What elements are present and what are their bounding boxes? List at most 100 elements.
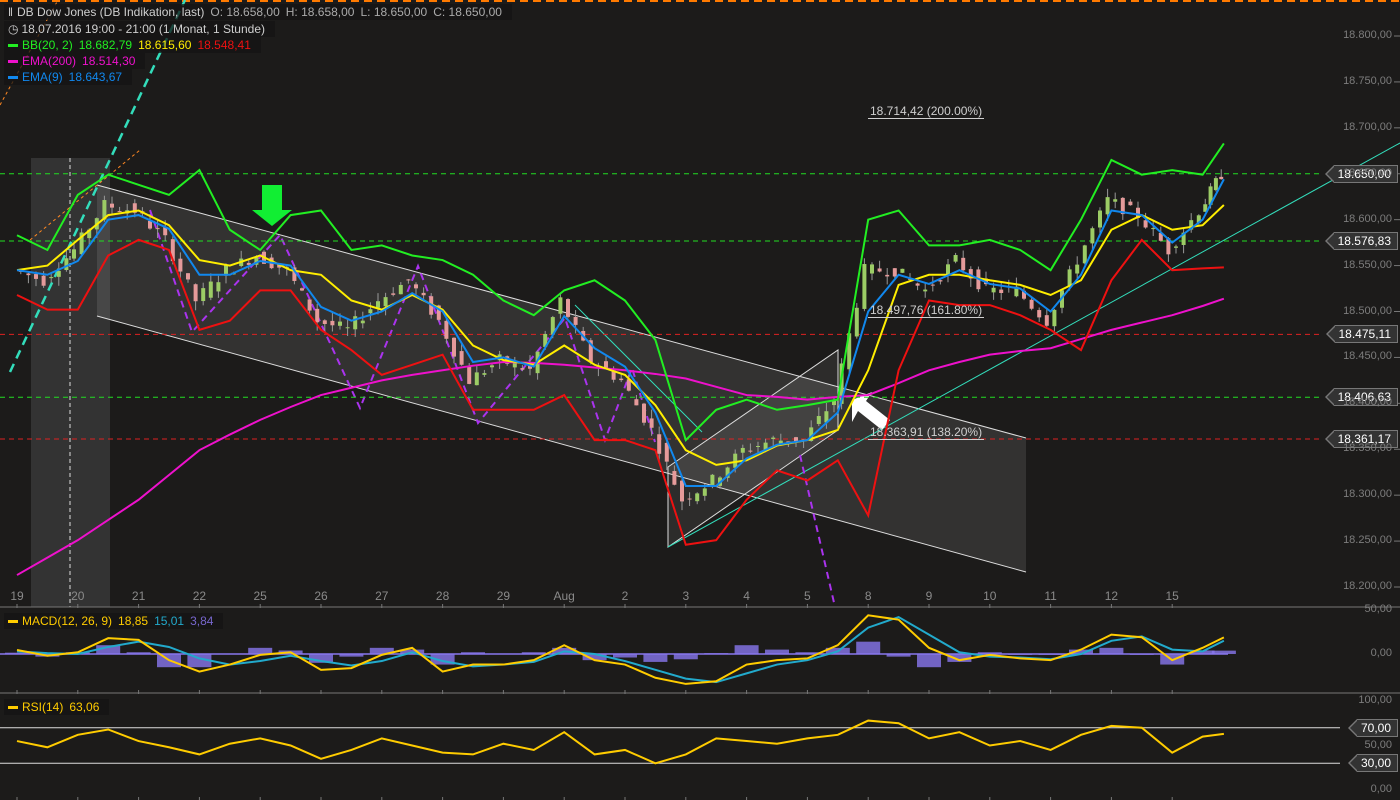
macd-histogram-bar — [734, 645, 759, 654]
date-axis-label: 4 — [743, 589, 750, 603]
macd-signal-value: 15,01 — [154, 614, 185, 628]
period-label: 18.07.2016 19:00 - 21:00 (1 Monat, 1 Stu… — [21, 22, 265, 36]
date-axis-label: 11 — [1044, 589, 1057, 603]
candle-body — [322, 320, 327, 324]
candle-body — [680, 480, 684, 502]
ohlc-open: O: 18.658,00 — [210, 5, 280, 19]
candle-body — [1151, 228, 1156, 230]
candle-body — [915, 283, 920, 286]
candle-body — [201, 288, 206, 302]
candle-body — [748, 450, 753, 452]
macd-histogram-bar — [339, 654, 364, 657]
candle-body — [946, 264, 950, 276]
candle-body — [117, 211, 122, 213]
candle-body — [870, 264, 874, 274]
candle-body — [953, 255, 958, 262]
candle-body — [991, 287, 996, 293]
macd-histogram-bar — [977, 652, 1002, 654]
macd-histogram-bar — [126, 652, 151, 654]
candle-body — [383, 297, 388, 307]
price-axis-label: 18.700,00 — [1343, 120, 1392, 133]
macd-histogram-bar — [1038, 654, 1063, 655]
rsi-level-tag[interactable]: 30,00 — [1347, 754, 1398, 773]
chart-settings-icon[interactable]: ‖ — [8, 5, 13, 19]
macd-histogram-bar — [613, 654, 637, 658]
legend-bb[interactable]: BB(20, 2) 18.682,79 18.615,60 18.548,41 — [4, 37, 261, 53]
candle-body — [452, 337, 456, 357]
candle-body — [474, 372, 479, 386]
candle-body — [649, 418, 654, 428]
candle-body — [444, 320, 449, 339]
candle-body — [816, 416, 821, 424]
price-marker-tag[interactable]: 18.576,83 — [1324, 231, 1398, 250]
candle-body — [1174, 246, 1178, 248]
descending-channel-fill — [97, 185, 1026, 572]
bb-lower-value: 18.548,41 — [197, 38, 251, 52]
candle-body — [885, 274, 890, 277]
candle-body — [1105, 197, 1110, 215]
candle-body — [520, 368, 525, 370]
macd-histogram-bar — [521, 652, 546, 654]
rsi-panel — [0, 719, 1340, 765]
candle-body — [558, 297, 563, 314]
rsi-level-tag[interactable]: 70,00 — [1347, 718, 1398, 737]
candle-body — [862, 264, 867, 309]
candle-body — [208, 281, 213, 298]
macd-histogram-bar — [1129, 654, 1154, 655]
candle-body — [148, 220, 152, 229]
macd-histogram-bar — [1008, 654, 1033, 655]
candle-body — [1082, 245, 1087, 264]
clock-icon: ◷ — [8, 22, 19, 36]
candle-body — [672, 471, 677, 485]
legend-ema9[interactable]: EMA(9) 18.643,67 — [4, 69, 133, 85]
candle-body — [307, 299, 312, 311]
date-axis-label: 9 — [925, 589, 933, 603]
bb-mid-value: 18.615,60 — [138, 38, 192, 52]
price-axis-label: 18.350,00 — [1343, 442, 1392, 455]
ema200-value: 18.514,30 — [82, 54, 136, 68]
candle-body — [338, 321, 342, 326]
date-axis-label: 12 — [1104, 589, 1119, 603]
candle-body — [1113, 199, 1118, 202]
price-axis-label: 18.400,00 — [1343, 396, 1392, 409]
macd-value: 18,85 — [118, 614, 149, 628]
price-axis-label: 18.650,00 — [1343, 166, 1392, 179]
legend-macd[interactable]: MACD(12, 26, 9) 18,85 15,01 3,84 — [4, 613, 224, 629]
candle-body — [1037, 310, 1042, 318]
price-axis-label: 18.200,00 — [1343, 580, 1392, 592]
candle-body — [961, 257, 966, 271]
candle-body — [1143, 220, 1148, 228]
date-axis-label: 22 — [192, 589, 207, 603]
date-axis-label: 29 — [496, 589, 511, 603]
candle-body — [467, 366, 472, 384]
price-marker-tag[interactable]: 18.475,11 — [1325, 325, 1398, 344]
candle-body — [740, 447, 745, 453]
date-axis-label: 26 — [314, 589, 328, 603]
candle-body — [490, 365, 494, 368]
rsi-axis-label: 0,00 — [1370, 783, 1392, 795]
price-axis-label: 18.450,00 — [1343, 350, 1392, 363]
legend-ema200[interactable]: EMA(200) 18.514,30 — [4, 53, 146, 69]
rsi-value: 63,06 — [69, 700, 100, 714]
candle-body — [216, 282, 221, 292]
macd-histogram-bar — [643, 654, 668, 662]
macd-axis-label: 50,00 — [1364, 603, 1392, 615]
macd-swatch-icon — [8, 620, 18, 624]
candle-body — [414, 284, 418, 289]
candle-body — [398, 284, 403, 295]
instrument-title: DB Dow Jones (DB Indikation, last) — [16, 5, 205, 19]
candle-body — [1213, 178, 1218, 191]
candle-body — [49, 277, 54, 279]
legend-rsi[interactable]: RSI(14) 63,06 — [4, 699, 110, 715]
price-axis-label: 18.300,00 — [1343, 488, 1392, 501]
price-chart[interactable] — [0, 0, 1400, 800]
legend-header: ‖ DB Dow Jones (DB Indikation, last) O: 18… — [4, 4, 512, 20]
ema9-swatch-icon — [8, 76, 18, 80]
date-axis-label: 10 — [983, 589, 997, 603]
macd-histogram-bar — [461, 652, 485, 654]
price-axis-label: 18.500,00 — [1343, 304, 1392, 317]
macd-label: MACD(12, 26, 9) — [22, 614, 113, 628]
candle-body — [26, 273, 31, 276]
price-axis-label: 18.750,00 — [1343, 74, 1392, 87]
rsi-axis-label: 100,00 — [1358, 694, 1392, 706]
